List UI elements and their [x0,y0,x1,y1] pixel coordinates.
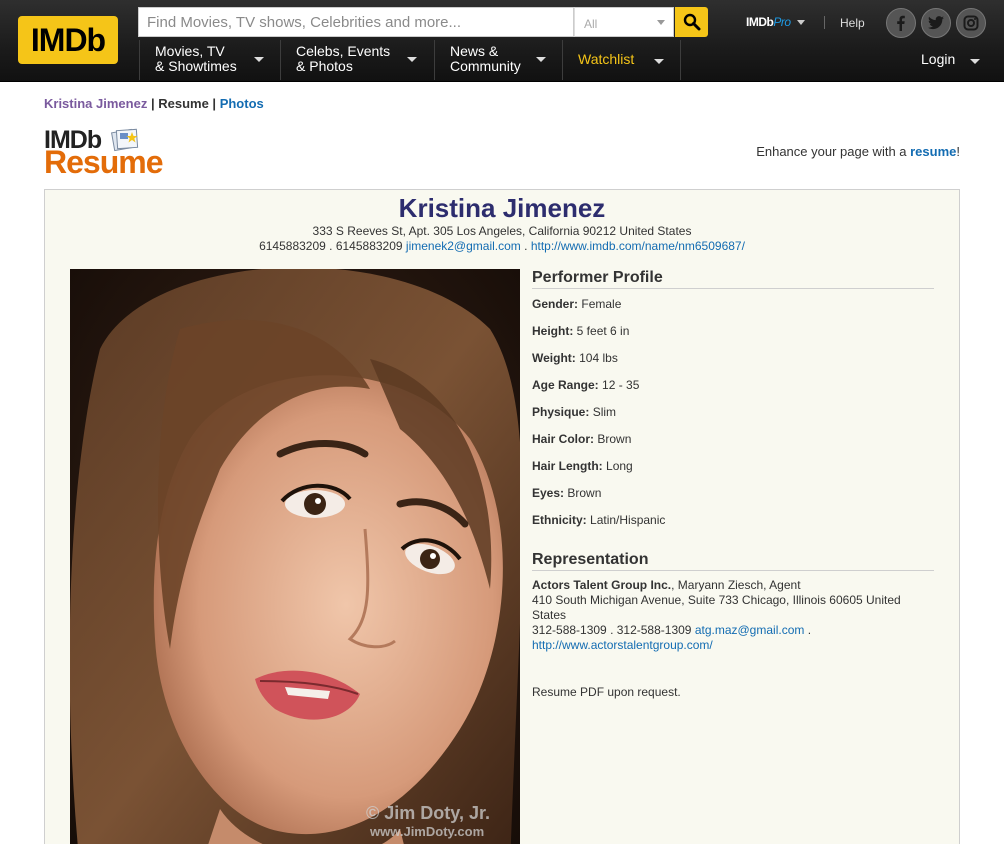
attr-value: Brown [567,486,602,500]
agency-email-suffix: . [804,623,812,637]
chevron-down-icon [254,57,264,62]
attr-label: Gender: [532,297,579,311]
divider [824,16,825,29]
search-input[interactable]: Find Movies, TV shows, Celebrities and m… [138,7,574,37]
watchlist-label: Watchlist [578,51,635,67]
breadcrumb-photos-link[interactable]: Photos [220,96,264,111]
divider [562,40,563,80]
attr-gender: Gender: Female [532,297,621,311]
breadcrumb-name-link[interactable]: Kristina Jimenez [44,96,147,111]
attr-weight: Weight: 104 lbs [532,351,618,365]
attr-value: Slim [592,405,617,419]
attr-label: Physique: [532,405,590,419]
search-category-label: All [584,17,598,31]
performer-profile-heading: Performer Profile [532,269,934,289]
actor-phones: 6145883209 . 6145883209 [259,239,403,253]
attr-height: Height: 5 feet 6 in [532,324,629,338]
agency-phones: 312-588-1309 . 312-588-1309 [532,623,692,637]
representation-details: Actors Talent Group Inc., Maryann Ziesch… [532,578,922,653]
actor-address: 333 S Reeves St, Apt. 305 Los Angeles, C… [312,224,692,238]
attr-hair-color: Hair Color: Brown [532,432,631,446]
breadcrumb: Kristina Jimenez | Resume | Photos [44,96,264,111]
chevron-down-icon [654,59,664,64]
agency-email-link[interactable]: atg.maz@gmail.com [695,623,805,637]
divider [139,40,140,80]
breadcrumb-separator: | [150,96,155,111]
login-label: Login [921,51,956,67]
enhance-resume-text: Enhance your page with a resume! [756,144,960,159]
instagram-icon[interactable] [956,8,986,38]
enhance-prefix: Enhance your page with a [756,144,911,159]
agent-name: , Maryann Ziesch, Agent [671,578,801,592]
breadcrumb-resume: Resume [158,96,209,111]
agency-name: Actors Talent Group Inc. [532,578,672,592]
agency-address-line1: 410 South Michigan Avenue, Suite 733 Chi… [532,593,901,607]
breadcrumb-separator: | [212,96,217,111]
menu-watchlist[interactable]: Watchlist [578,42,673,82]
attr-value: Female [581,297,622,311]
facebook-icon[interactable] [886,8,916,38]
attr-value: 12 - 35 [602,378,640,392]
chevron-down-icon [970,59,980,64]
resume-card: Kristina Jimenez 333 S Reeves St, Apt. 3… [44,189,960,844]
attr-value: Latin/Hispanic [590,513,666,527]
attr-label: Hair Color: [532,432,595,446]
menu-movies-tv-showtimes[interactable]: Movies, TV & Showtimes [155,42,275,82]
twitter-icon[interactable] [921,8,951,38]
enhance-suffix: ! [956,144,960,159]
top-navbar: IMDb Find Movies, TV shows, Celebrities … [0,0,1004,82]
attr-label: Age Range: [532,378,599,392]
attr-value: Long [606,459,633,473]
attr-label: Hair Length: [532,459,603,473]
attr-label: Weight: [532,351,576,365]
imdbpro-menu[interactable]: IMDbPro [746,15,805,29]
search-category-select[interactable]: All [574,7,674,37]
photo-credit-line2: www.JimDoty.com [369,824,484,839]
imdb-resume-logo: IMDb Resume [44,126,174,180]
chevron-down-icon [536,57,546,62]
headshot-photo: © Jim Doty, Jr. www.JimDoty.com [70,269,520,844]
representation-heading: Representation [532,551,934,571]
attr-value: Brown [597,432,632,446]
attr-value: 5 feet 6 in [576,324,630,338]
imdb-logo[interactable]: IMDb [18,16,118,64]
chevron-down-icon [407,57,417,62]
search-button[interactable] [675,7,708,37]
imdbpro-pro-label: Pro [773,15,791,29]
agency-address-line2: States [532,608,567,622]
contact-separator: . [520,239,531,253]
actor-name: Kristina Jimenez [398,193,606,223]
resume-logo-resume: Resume [44,144,163,180]
menu-news-community[interactable]: News & Community [450,42,560,82]
attr-ethnicity: Ethnicity: Latin/Hispanic [532,513,665,527]
agency-line: Actors Talent Group Inc., Maryann Ziesch… [532,578,922,593]
search-icon [683,13,700,31]
actor-email-link[interactable]: jimenek2@gmail.com [406,239,521,253]
attr-hair-length: Hair Length: Long [532,459,633,473]
agency-website-link[interactable]: http://www.actorstalentgroup.com/ [532,638,713,652]
chevron-down-icon [657,20,665,25]
attr-value: 104 lbs [579,351,618,365]
attr-label: Height: [532,324,574,338]
photo-credit-line1: © Jim Doty, Jr. [366,803,490,823]
login-menu[interactable]: Login [921,42,991,82]
divider [280,40,281,80]
divider [680,40,681,80]
chevron-down-icon [796,20,805,26]
attr-label: Ethnicity: [532,513,587,527]
actor-contact: 6145883209 . 6145883209 jimenek2@gmail.c… [45,239,959,253]
help-link[interactable]: Help [840,16,865,30]
attr-physique: Physique: Slim [532,405,616,419]
resume-link[interactable]: resume [910,144,956,159]
attr-age-range: Age Range: 12 - 35 [532,378,639,392]
attr-eyes: Eyes: Brown [532,486,601,500]
agency-contact-line: 312-588-1309 . 312-588-1309 atg.maz@gmai… [532,623,922,638]
divider [434,40,435,80]
resume-pdf-note: Resume PDF upon request. [532,685,681,699]
attr-label: Eyes: [532,486,565,500]
actor-imdb-url-link[interactable]: http://www.imdb.com/name/nm6509687/ [531,239,745,253]
imdbpro-label: IMDb [746,15,774,29]
menu-celebs-events-photos[interactable]: Celebs, Events & Photos [296,42,426,82]
